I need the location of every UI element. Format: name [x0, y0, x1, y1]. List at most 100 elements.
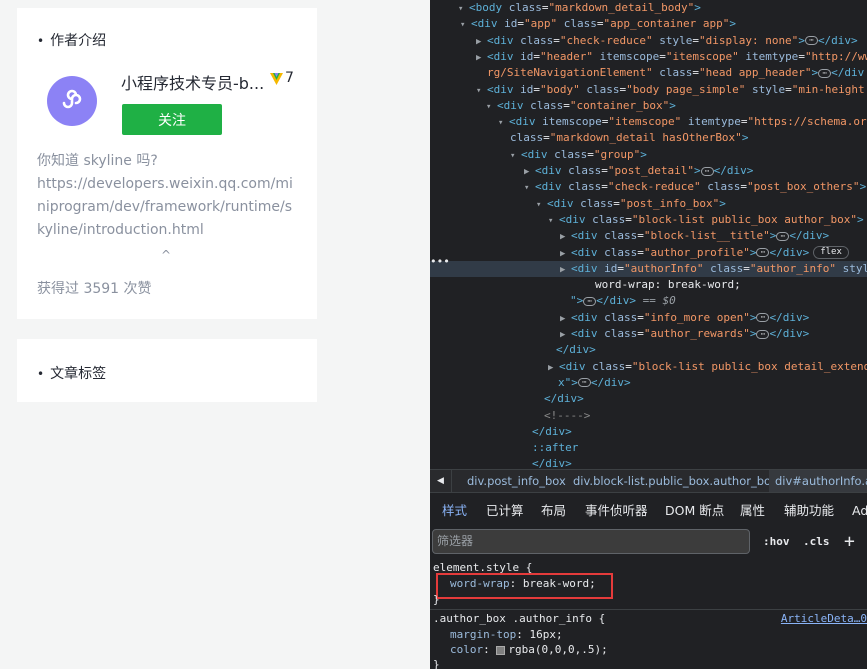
author-name[interactable]: 小程序技术专员-b... — [121, 70, 264, 94]
collapse-triangle-icon[interactable]: ▾ — [548, 213, 559, 229]
tab-styles[interactable]: 样式 — [442, 494, 467, 527]
collapse-triangle-icon[interactable]: ▾ — [498, 115, 509, 131]
expand-triangle-icon[interactable]: ▶ — [560, 246, 571, 262]
ellipsis-icon[interactable]: ⋯ — [700, 166, 714, 176]
dom-tree-row[interactable]: ▶ <div class="info_more open"> ⋯ </div> — [560, 310, 809, 326]
dom-tree-row[interactable]: ▾ <div itemscope="itemscope" itemtype="ht… — [498, 114, 867, 130]
new-style-rule-icon[interactable]: + — [844, 530, 855, 554]
dom-tree-row[interactable]: ▶ <div class="check-reduce" style="displa… — [476, 33, 858, 49]
breadcrumb-item-selected[interactable]: div#authorInfo.au — [769, 470, 867, 492]
avatar[interactable] — [47, 76, 97, 126]
ellipsis-icon[interactable]: ⋯ — [804, 36, 818, 46]
breadcrumb-scroll-left-icon[interactable]: ◀ — [430, 470, 452, 492]
css-property-name[interactable]: word-wrap — [450, 577, 510, 590]
dom-tree-row[interactable]: ▾ <div class="check-reduce" class="post_b… — [524, 179, 866, 195]
css-property-name[interactable]: color — [450, 643, 483, 656]
dom-tree-row[interactable]: ▶ <div class="post_detail"> ⋯ </div> — [524, 163, 753, 179]
dom-tree-row[interactable]: ▶ <div class="block-list__title"> ⋯ </div> — [560, 228, 829, 244]
collapse-triangle-icon[interactable]: ▾ — [486, 99, 497, 115]
dom-tree-row[interactable]: ▾ <div id="body" class="body page_simple"… — [476, 82, 867, 98]
dom-tree-row[interactable]: </div> — [544, 391, 584, 407]
dom-attr-value: "markdown_detail hasOtherBox" — [549, 131, 742, 145]
expand-triangle-icon[interactable]: ▶ — [548, 360, 559, 376]
expand-triangle-icon[interactable]: ▶ — [476, 50, 487, 66]
ellipsis-icon[interactable]: ⋯ — [577, 378, 591, 388]
breadcrumb-item[interactable]: div.post_info_box — [461, 470, 572, 492]
tab-layout[interactable]: 布局 — [541, 494, 566, 527]
expand-triangle-icon[interactable]: ▶ — [560, 262, 571, 278]
expand-triangle-icon[interactable]: ▶ — [560, 311, 571, 327]
dom-tree-row[interactable]: ▾ <div class="block-list public_box autho… — [548, 212, 864, 228]
cls-toggle-button[interactable]: .cls — [803, 530, 830, 554]
styles-filter-input[interactable]: 筛选器 — [432, 529, 750, 554]
flex-badge[interactable]: flex — [813, 246, 849, 259]
css-property-value[interactable]: break-word; — [523, 577, 596, 590]
element-style-declaration[interactable]: word-wrap: break-word; — [450, 576, 596, 592]
rule-source-link[interactable]: ArticleDeta…0 — [781, 611, 867, 627]
collapse-triangle-icon[interactable]: ▾ — [476, 83, 487, 99]
tab-computed[interactable]: 已计算 — [486, 494, 524, 527]
dom-tree-row[interactable]: ▶ <div id="authorInfo" class="author_info… — [430, 260, 867, 278]
more-actions-icon[interactable]: ••• — [430, 255, 450, 268]
expand-triangle-icon[interactable]: ▶ — [524, 164, 535, 180]
css-property-value[interactable]: 16px; — [529, 628, 562, 641]
collapse-triangle-icon[interactable]: ▾ — [460, 17, 471, 33]
dom-tree-row[interactable]: </div> — [556, 342, 596, 358]
ellipsis-icon[interactable]: ⋯ — [756, 248, 770, 257]
dom-tree-row[interactable]: ▾ <body class="markdown_detail_body"> — [458, 0, 701, 16]
dom-tree-row[interactable]: <!----> — [544, 408, 590, 424]
breadcrumb-item[interactable]: div.block-list.public_box.author_box — [567, 470, 784, 492]
ellipsis-icon[interactable]: ⋯ — [776, 231, 790, 241]
ellipsis-icon[interactable]: ⋯ — [756, 329, 770, 339]
dom-attr-value: "body page_simple" — [626, 82, 746, 96]
dom-text: </div> — [544, 392, 584, 406]
collapse-triangle-icon[interactable]: ▾ — [458, 1, 469, 17]
ellipsis-icon[interactable]: ⋯ — [818, 68, 832, 78]
ellipsis-icon[interactable]: ⋯ — [756, 313, 770, 323]
css-declaration[interactable]: margin-top: 16px; — [450, 627, 563, 643]
dom-tree-row[interactable]: x"> ⋯ </div> — [558, 375, 631, 391]
dom-tree-row[interactable]: </div> — [532, 424, 572, 440]
dom-tree-row[interactable]: ▾ <div id="app" class="app_container app"… — [460, 16, 736, 32]
dom-tree-row[interactable]: ▶ <div class="block-list public_box detai… — [548, 359, 867, 375]
follow-button[interactable]: 关注 — [122, 104, 222, 135]
dom-tree-row[interactable]: ▾ <div class="post_info_box"> — [536, 196, 726, 212]
dom-tag: <div — [487, 82, 514, 96]
tab-event-listeners[interactable]: 事件侦听器 — [585, 494, 648, 527]
collapse-triangle-icon[interactable]: ▾ — [524, 180, 535, 196]
dom-tree-row[interactable]: word-wrap: break-word; — [595, 277, 741, 293]
dom-tag: <div — [471, 17, 498, 31]
tab-accessibility[interactable]: 辅助功能 — [784, 494, 834, 527]
expand-triangle-icon[interactable]: ▶ — [476, 34, 487, 50]
elements-dom-tree[interactable]: ▾ <body class="markdown_detail_body"> ▾ <di… — [430, 0, 867, 468]
css-property-value[interactable]: rgba(0,0,0,.5); — [508, 643, 607, 656]
level-badge-icon — [270, 72, 283, 85]
dom-tree-row[interactable]: ▾ <div class="group"> — [510, 147, 647, 163]
dom-tree-row[interactable]: </div> — [532, 456, 572, 468]
css-declaration[interactable]: color: rgba(0,0,0,.5); — [450, 642, 608, 658]
dom-tag: > — [749, 327, 757, 340]
dom-tree-row[interactable]: class="markdown_detail hasOtherBox"> — [510, 130, 748, 146]
dom-tree-row[interactable]: ▶ <div id="header" itemscope="itemscope" … — [476, 49, 867, 65]
dom-tree-row[interactable]: ::after — [532, 440, 578, 456]
collapse-triangle-icon[interactable]: ▾ — [536, 197, 547, 213]
tab-more[interactable]: Ad — [852, 494, 867, 527]
collapse-triangle-icon[interactable]: ▾ — [510, 148, 521, 164]
hov-toggle-button[interactable]: :hov — [763, 530, 790, 554]
dom-tree-row[interactable]: rg/SiteNavigationElement" class="head ap… — [487, 65, 864, 81]
dom-tree-row[interactable]: "> ⋯ </div> == $0 — [570, 293, 676, 309]
dom-tree-row[interactable]: ▶ <div class="author_rewards"> ⋯ </div> — [560, 326, 809, 342]
dom-text: <!----> — [544, 408, 591, 422]
expand-triangle-icon[interactable]: ▶ — [560, 229, 571, 245]
dom-tree-row[interactable]: ▶ <div class="author_profile"> ⋯ </div> flex — [560, 245, 849, 261]
css-property-name[interactable]: margin-top — [450, 628, 516, 641]
dom-tree-row[interactable]: ▾ <div class="container_box"> — [486, 98, 676, 114]
expand-triangle-icon[interactable]: ▶ — [560, 327, 571, 343]
dom-attr-name: class — [604, 310, 638, 324]
tab-properties[interactable]: 属性 — [740, 494, 765, 527]
collapse-chevron-icon[interactable]: ^ — [161, 248, 171, 262]
dom-tag: > — [719, 196, 726, 210]
ellipsis-icon[interactable]: ⋯ — [583, 296, 597, 306]
tab-dom-breakpoints[interactable]: DOM 断点 — [665, 494, 724, 527]
color-swatch-icon[interactable] — [496, 645, 506, 655]
